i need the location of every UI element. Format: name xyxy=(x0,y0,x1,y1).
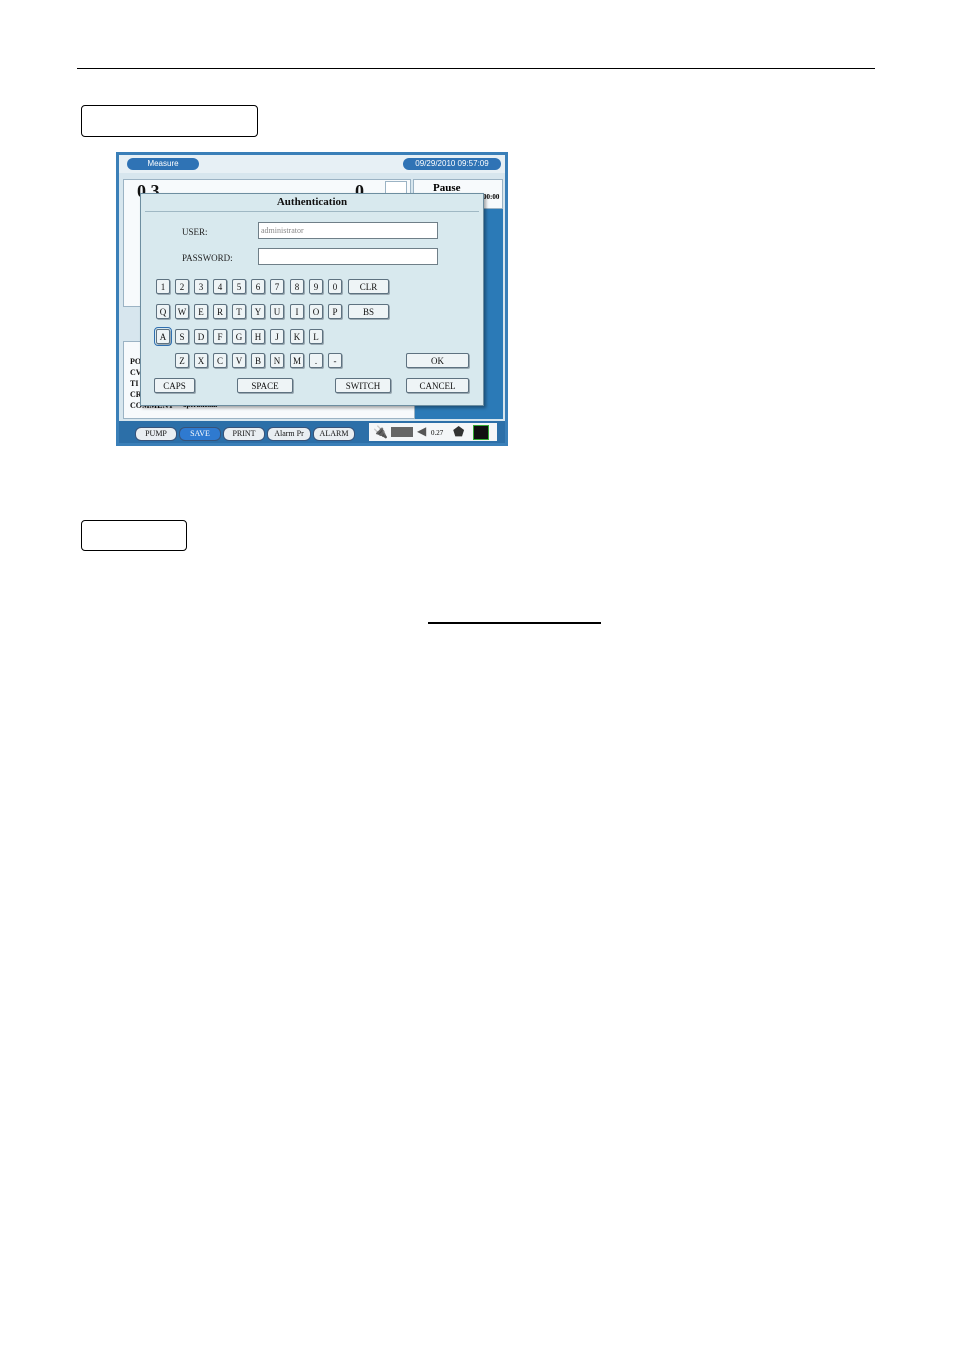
key-h[interactable]: H xyxy=(251,329,265,344)
key-j[interactable]: J xyxy=(270,329,284,344)
key-p[interactable]: P xyxy=(328,304,342,319)
key-1[interactable]: 1 xyxy=(156,279,170,294)
section-label-box-1 xyxy=(81,105,258,137)
key-c[interactable]: C xyxy=(213,353,227,368)
section-label-box-2 xyxy=(81,520,187,551)
key-o[interactable]: O xyxy=(309,304,323,319)
key-b[interactable]: B xyxy=(251,353,265,368)
key-period[interactable]: . xyxy=(309,353,323,368)
key-7[interactable]: 7 xyxy=(270,279,284,294)
ok-button[interactable]: OK xyxy=(406,353,469,368)
key-r[interactable]: R xyxy=(213,304,227,319)
key-t[interactable]: T xyxy=(232,304,246,319)
space-button[interactable]: SPACE xyxy=(237,378,293,393)
key-d[interactable]: D xyxy=(194,329,208,344)
key-m[interactable]: M xyxy=(290,353,304,368)
password-input[interactable] xyxy=(258,248,438,265)
title-separator xyxy=(145,211,479,212)
clear-key[interactable]: CLR xyxy=(348,279,389,294)
key-0[interactable]: 0 xyxy=(328,279,342,294)
key-9[interactable]: 9 xyxy=(309,279,323,294)
status-icons-area: 🔌 ◀ 0.27 ⬟ xyxy=(369,423,497,441)
key-hyphen[interactable]: - xyxy=(328,353,342,368)
user-input[interactable]: administrator xyxy=(258,222,438,239)
battery-icon xyxy=(391,427,413,437)
key-x[interactable]: X xyxy=(194,353,208,368)
key-u[interactable]: U xyxy=(270,304,284,319)
key-z[interactable]: Z xyxy=(175,353,189,368)
key-2[interactable]: 2 xyxy=(175,279,189,294)
switch-button[interactable]: SWITCH xyxy=(335,378,391,393)
key-w[interactable]: W xyxy=(175,304,189,319)
key-g[interactable]: G xyxy=(232,329,246,344)
status-time: 00:00 xyxy=(483,193,500,201)
cancel-button[interactable]: CANCEL xyxy=(406,378,469,393)
shield-icon: ⬟ xyxy=(453,424,465,439)
key-e[interactable]: E xyxy=(194,304,208,319)
backspace-key[interactable]: BS xyxy=(348,304,389,319)
key-s[interactable]: S xyxy=(175,329,189,344)
key-a[interactable]: A xyxy=(154,327,172,346)
plug-icon: 🔌 xyxy=(373,425,388,439)
speaker-icon: ◀ xyxy=(417,424,427,438)
key-q[interactable]: Q xyxy=(156,304,170,319)
key-f[interactable]: F xyxy=(213,329,227,344)
password-label: PASSWORD: xyxy=(182,253,233,263)
tab-measure[interactable]: Measure xyxy=(127,158,199,170)
key-3[interactable]: 3 xyxy=(194,279,208,294)
info-label-ti: TI xyxy=(130,379,139,388)
underline-mark xyxy=(428,622,601,624)
key-i[interactable]: I xyxy=(290,304,304,319)
key-l[interactable]: L xyxy=(309,329,323,344)
caps-button[interactable]: CAPS xyxy=(154,378,195,393)
key-v[interactable]: V xyxy=(232,353,246,368)
datetime-display: 09/29/2010 09:57:09 xyxy=(403,158,501,170)
key-n[interactable]: N xyxy=(270,353,284,368)
key-8[interactable]: 8 xyxy=(290,279,304,294)
alarm-button[interactable]: ALARM xyxy=(313,427,355,441)
key-k[interactable]: K xyxy=(290,329,304,344)
pump-button[interactable]: PUMP xyxy=(135,427,177,441)
key-y[interactable]: Y xyxy=(251,304,265,319)
key-4[interactable]: 4 xyxy=(213,279,227,294)
authentication-dialog: Authentication USER: administrator PASSW… xyxy=(140,193,484,406)
key-5[interactable]: 5 xyxy=(232,279,246,294)
dialog-title: Authentication xyxy=(276,196,348,208)
status-value: 0.27 xyxy=(431,429,444,437)
user-label: USER: xyxy=(182,227,208,237)
print-button[interactable]: PRINT xyxy=(223,427,265,441)
header-rule xyxy=(77,68,875,69)
save-button[interactable]: SAVE xyxy=(179,427,221,441)
alarm-pr-button[interactable]: Alarm Pr xyxy=(267,427,311,441)
printer-icon xyxy=(473,425,489,440)
key-6[interactable]: 6 xyxy=(251,279,265,294)
